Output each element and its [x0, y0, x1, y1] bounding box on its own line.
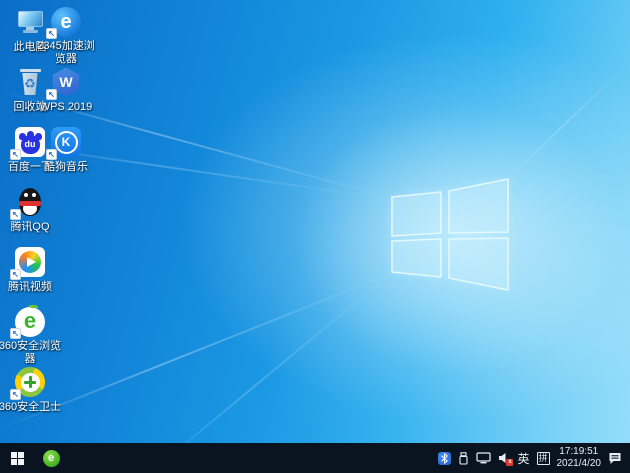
clock-date: 2021/4/20	[556, 458, 602, 469]
shortcut-arrow-icon: ↖	[46, 28, 57, 39]
qq-penguin-icon: ↖	[10, 186, 47, 220]
network-icon[interactable]	[476, 452, 492, 464]
blue-e-browser-icon: e ↖	[46, 6, 83, 39]
icon-label: 2345加速浏览器	[37, 40, 95, 65]
taskbar-item-360-browser[interactable]: e	[34, 443, 68, 473]
windows-desktop: 此电脑 ♻ 回收站 du ↖ 百度一下 ↖ 腾讯QQ ↖ 腾讯视频 e ↖ 36…	[0, 0, 630, 473]
shortcut-arrow-icon: ↖	[10, 269, 21, 280]
desktop-icon-2345-browser[interactable]: e ↖ 2345加速浏览器	[34, 6, 98, 66]
icon-label: 腾讯QQ	[10, 221, 50, 233]
clock-time: 17:19:51	[559, 446, 599, 457]
shortcut-arrow-icon: ↖	[10, 209, 21, 220]
kugou-k-icon: K ↖	[46, 126, 83, 160]
desktop-icon-column-right: e ↖ 2345加速浏览器 W ↖ WPS 2019 K ↖ 酷狗音乐	[34, 6, 98, 186]
taskbar-clock[interactable]: 17:19:51 2021/4/20	[557, 446, 602, 470]
shortcut-arrow-icon: ↖	[10, 389, 21, 400]
desktop-icon-360-safe[interactable]: ↖ 360安全卫士	[0, 366, 62, 426]
icon-label: WPS 2019	[39, 101, 93, 113]
icon-label: 腾讯视频	[8, 281, 52, 293]
shortcut-arrow-icon: ↖	[46, 89, 57, 100]
icon-label: 酷狗音乐	[44, 161, 88, 173]
volume-muted-icon[interactable]: x	[498, 452, 514, 466]
icon-label: 360安全卫士	[0, 401, 62, 413]
desktop-icon-kugou-music[interactable]: K ↖ 酷狗音乐	[34, 126, 98, 186]
bluetooth-icon[interactable]	[438, 451, 452, 465]
start-button[interactable]	[0, 443, 34, 473]
green-e-browser-icon: e ↖	[10, 302, 47, 339]
icon-label: 360安全浏览器	[0, 340, 62, 365]
ime-language-indicator[interactable]: 英	[517, 450, 529, 467]
windows-flag-icon	[10, 451, 24, 465]
desktop-icon-tencent-qq[interactable]: ↖ 腾讯QQ	[0, 186, 62, 246]
ime-mode-icon[interactable]: 拼	[536, 451, 550, 465]
taskbar: e x 英 拼 17:19:51 2021/4/20	[0, 443, 630, 473]
system-tray: x 英 拼 17:19:51 2021/4/20	[438, 446, 630, 470]
green-e-browser-icon: e	[42, 449, 60, 467]
shield-plus-icon: ↖	[10, 366, 47, 400]
desktop-icon-360-browser[interactable]: e ↖ 360安全浏览器	[0, 302, 62, 366]
usb-device-icon[interactable]	[458, 451, 469, 465]
play-button-icon: ↖	[10, 246, 47, 280]
mute-x-badge: x	[506, 459, 514, 466]
desktop-icon-wps-2019[interactable]: W ↖ WPS 2019	[34, 66, 98, 126]
action-center-icon[interactable]	[608, 452, 622, 465]
shortcut-arrow-icon: ↖	[10, 328, 21, 339]
wps-hexagon-icon: W ↖	[46, 66, 83, 100]
shortcut-arrow-icon: ↖	[10, 149, 21, 160]
shortcut-arrow-icon: ↖	[46, 149, 57, 160]
desktop-icon-tencent-video[interactable]: ↖ 腾讯视频	[0, 246, 62, 306]
